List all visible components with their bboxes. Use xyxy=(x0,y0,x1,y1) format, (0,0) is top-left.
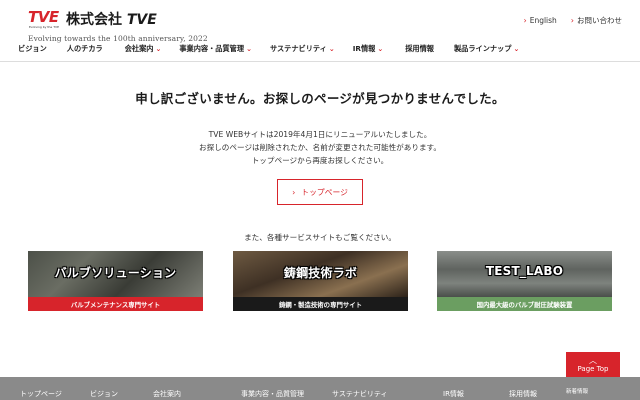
footer-nav-ir[interactable]: IR情報 xyxy=(443,389,464,399)
footer-nav-top[interactable]: トップページ xyxy=(20,389,62,399)
logo-tagline: Evolving towards the 100th anniversary, … xyxy=(28,34,208,43)
nav-products-label: 製品ラインナップ xyxy=(453,44,512,53)
contact-link-label: お問い合わせ xyxy=(577,16,622,25)
nav-company[interactable]: 会社案内 ⌄ xyxy=(125,44,162,54)
error-description: TVE WEBサイトは2019年4月1日にリニューアルいたしました。 お探しのペ… xyxy=(0,128,640,167)
banner-caption: バルブメンテナンス専門サイト xyxy=(28,297,203,311)
banner-valve-solution[interactable]: バルブソリューション バルブメンテナンス専門サイト xyxy=(28,251,203,311)
banner-test-labo[interactable]: TEST_LABO 国内最大級のバルブ耐圧試験装置 xyxy=(437,251,612,311)
nav-ir-label: IR情報 xyxy=(352,44,376,53)
footer-nav-vision[interactable]: ビジョン xyxy=(90,389,118,399)
utility-nav: › English › お問い合わせ xyxy=(524,15,623,26)
global-nav: ビジョン 人のチカラ 会社案内 ⌄ 事業内容・品質管理 ⌄ サステナビリティ ⌄ IR… xyxy=(18,44,519,54)
footer-nav-news[interactable]: 新着情報 xyxy=(566,387,588,395)
banner-caption: 国内最大級のバルブ耐圧試験装置 xyxy=(437,297,612,311)
english-link-label: English xyxy=(529,16,557,25)
nav-products[interactable]: 製品ラインナップ ⌄ xyxy=(454,44,519,54)
error-title: 申し訳ございません。お探しのページが見つかりませんでした。 xyxy=(135,91,505,106)
top-page-button-label: トップページ xyxy=(301,187,348,197)
footer-nav-sustainability[interactable]: サステナビリティ xyxy=(332,389,387,399)
chevron-right-icon: › xyxy=(523,16,527,25)
logo-name-prefix: 株式会社 xyxy=(66,12,122,28)
nav-sustainability[interactable]: サステナビリティ ⌄ xyxy=(270,44,335,54)
page-top-label: Page Top xyxy=(577,364,609,373)
logo-sub: Evolving by the TVE xyxy=(29,25,59,29)
top-page-button[interactable]: › トップページ xyxy=(277,179,363,205)
chevron-down-icon: ⌄ xyxy=(513,45,520,53)
nav-recruit[interactable]: 採用情報 xyxy=(405,44,434,54)
nav-recruit-label: 採用情報 xyxy=(405,44,434,53)
logo-company-name: 株式会社 TVE xyxy=(66,9,157,29)
nav-vision-label: ビジョン xyxy=(18,44,47,53)
logo-name-suffix: TVE xyxy=(126,12,157,28)
banner-casting-lab[interactable]: 鋳鋼技術ラボ 鋳鋼・製造技術の専門サイト xyxy=(233,251,408,311)
nav-people[interactable]: 人のチカラ xyxy=(67,44,103,54)
banner-title: バルブソリューション xyxy=(54,266,177,280)
page-top-button[interactable]: ︿ Page Top xyxy=(566,352,620,377)
nav-vision[interactable]: ビジョン xyxy=(18,44,47,54)
nav-sustainability-label: サステナビリティ xyxy=(269,44,327,53)
error-description-line: TVE WEBサイトは2019年4月1日にリニューアルいたしました。 xyxy=(208,130,432,139)
error-description-line: お探しのページは削除されたか、名前が変更された可能性があります。 xyxy=(199,143,441,152)
services-lead: また、各種サービスサイトもご覧ください。 xyxy=(244,233,396,242)
nav-ir[interactable]: IR情報 ⌄ xyxy=(353,44,383,54)
nav-business[interactable]: 事業内容・品質管理 ⌄ xyxy=(179,44,252,54)
service-banners: バルブソリューション バルブメンテナンス専門サイト 鋳鋼技術ラボ 鋳鋼・製造技術… xyxy=(28,251,612,311)
contact-link[interactable]: › お問い合わせ xyxy=(571,15,622,26)
chevron-right-icon: › xyxy=(570,16,574,25)
banner-caption: 鋳鋼・製造技術の専門サイト xyxy=(233,297,408,311)
logo-mark: TVE xyxy=(28,8,59,26)
chevron-up-icon: ︿ xyxy=(589,355,597,365)
english-link[interactable]: › English xyxy=(524,15,557,26)
footer-nav-company[interactable]: 会社案内 xyxy=(153,389,181,399)
chevron-down-icon: ⌄ xyxy=(328,45,335,53)
footer-nav-business[interactable]: 事業内容・品質管理 xyxy=(241,389,304,399)
banner-title: 鋳鋼技術ラボ xyxy=(283,266,358,280)
site-logo[interactable]: TVE Evolving by the TVE 株式会社 TVE Evolvin… xyxy=(28,8,228,43)
chevron-down-icon: ⌄ xyxy=(377,45,384,53)
chevron-right-icon: › xyxy=(292,187,296,197)
nav-company-label: 会社案内 xyxy=(124,44,154,53)
banner-title: TEST_LABO xyxy=(485,264,564,278)
nav-people-label: 人のチカラ xyxy=(66,44,103,53)
site-header: TVE Evolving by the TVE 株式会社 TVE Evolvin… xyxy=(0,0,640,62)
footer-nav-recruit[interactable]: 採用情報 xyxy=(509,389,537,399)
chevron-down-icon: ⌄ xyxy=(155,45,162,53)
error-description-line: トップページから再度お探しください。 xyxy=(251,156,389,165)
nav-business-label: 事業内容・品質管理 xyxy=(179,44,245,53)
chevron-down-icon: ⌄ xyxy=(246,45,252,53)
site-footer: トップページ ビジョン 会社案内 事業内容・品質管理 サステナビリティ IR情報… xyxy=(0,377,640,400)
